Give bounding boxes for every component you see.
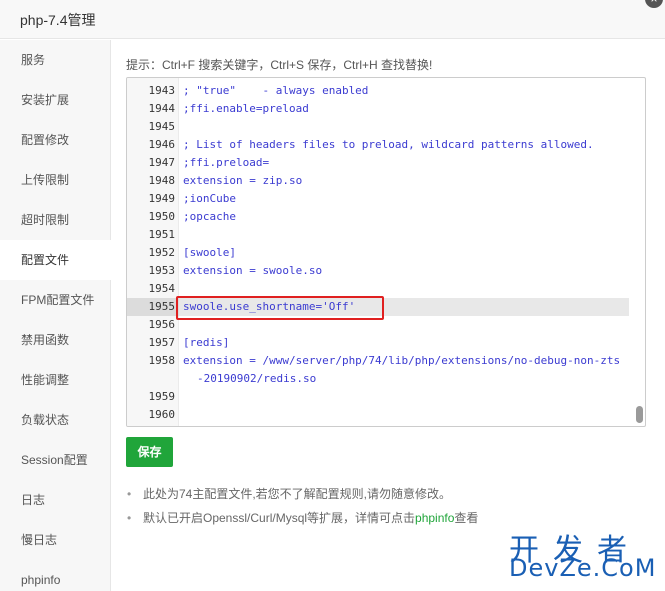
line-text: ; List of headers files to preload, wild… — [183, 138, 594, 151]
line-text: ;ffi.preload= — [183, 156, 270, 169]
line-text: [redis] — [183, 336, 230, 349]
line-number: 1959 — [148, 390, 176, 403]
line-text: ;opcache — [183, 210, 236, 223]
sidebar-item[interactable]: 慢日志 — [0, 520, 110, 560]
phpinfo-link[interactable]: phpinfo — [415, 511, 454, 525]
note-item: • 默认已开启Openssl/Curl/Mysql等扩展，详情可点击phpinfo… — [126, 511, 478, 535]
line-number: 1960 — [148, 408, 176, 421]
code-line[interactable]: 1947 ;ffi.preload= — [127, 154, 629, 172]
code-line[interactable]: 1946 ; List of headers files to preload, … — [127, 136, 629, 154]
line-text: extension = swoole.so — [183, 264, 323, 277]
code-line[interactable]: 1959 — [127, 388, 629, 406]
code-line[interactable]: 1945 — [127, 118, 629, 136]
sidebar-item[interactable]: 负载状态 — [0, 400, 110, 440]
note-text: 默认已开启Openssl/Curl/Mysql等扩展，详情可点击 — [143, 511, 416, 525]
line-text: extension = /www/server/php/74/lib/php/e… — [183, 354, 621, 367]
line-number: 1953 — [148, 264, 176, 277]
sidebar-item[interactable]: Session配置 — [0, 440, 110, 480]
close-icon[interactable]: × — [645, 0, 663, 8]
code-line[interactable]: 1944 ;ffi.enable=preload — [127, 100, 629, 118]
line-number: 1945 — [148, 120, 176, 133]
sidebar-item[interactable]: 安装扩展 — [0, 80, 110, 120]
line-text: [swoole] — [183, 246, 236, 259]
line-number: 1944 — [148, 102, 176, 115]
sidebar-item[interactable]: 上传限制 — [0, 160, 110, 200]
line-number: 1948 — [148, 174, 176, 187]
line-number: 1949 — [148, 192, 176, 205]
php-manager-dialog: php-7.4管理 × 服务安装扩展配置修改上传限制超时限制配置文件FPM配置文… — [0, 0, 665, 591]
sidebar: 服务 安装扩展 配置修改 上传限制 超时限制 配置文件 FPM配置文件 禁用函数 性能调整 负载状… — [0, 40, 111, 591]
line-number: 1955 — [127, 298, 179, 316]
line-number: 1950 — [148, 210, 176, 223]
code-line[interactable]: 1960 — [127, 406, 629, 424]
sidebar-item[interactable]: 性能调整 — [0, 360, 110, 400]
line-text: extension = zip.so — [183, 174, 303, 187]
save-button[interactable]: 保存 — [126, 437, 173, 467]
sidebar-item[interactable]: 超时限制 — [0, 200, 110, 240]
sidebar-item[interactable]: 配置修改 — [0, 120, 110, 160]
sidebar-item[interactable]: 日志 — [0, 480, 110, 520]
line-number: 1946 — [148, 138, 176, 151]
main-panel: 提示：Ctrl+F 搜索关键字，Ctrl+S 保存，Ctrl+H 查找替换! 1… — [111, 40, 665, 591]
line-text: ; "true" - always enabled — [183, 84, 369, 97]
dialog-titlebar: php-7.4管理 × — [0, 0, 665, 39]
note-suffix: 查看 — [454, 511, 479, 525]
code-area[interactable]: 1942; "false" - always disabled1943; "tr… — [127, 78, 645, 426]
sidebar-item[interactable]: 服务 — [0, 40, 110, 80]
line-number: 1947 — [148, 156, 176, 169]
line-text: -20190902/redis.so — [197, 372, 317, 385]
editor-scrollbar[interactable] — [636, 406, 643, 423]
line-text: ;ionCube — [183, 192, 236, 205]
sidebar-item[interactable]: 配置文件 — [0, 240, 111, 280]
config-editor[interactable]: 1942; "false" - always disabled1943; "tr… — [126, 77, 646, 427]
line-number: 1951 — [148, 228, 176, 241]
code-line[interactable]: 1950 ;opcache — [127, 208, 629, 226]
code-line[interactable]: 1951 — [127, 226, 629, 244]
line-number: 1954 — [148, 282, 176, 295]
line-number: 1956 — [148, 318, 176, 331]
code-line[interactable]: 1943 ; "true" - always enabled — [127, 82, 629, 100]
code-line[interactable]: 1952 [swoole] — [127, 244, 629, 262]
sidebar-item[interactable]: phpinfo — [0, 560, 110, 591]
sidebar-item[interactable]: 禁用函数 — [0, 320, 110, 360]
line-number: 1943 — [148, 84, 176, 97]
line-number: 1958 — [148, 354, 176, 367]
watermark-bottom-text: DevZe.CoM — [509, 554, 657, 582]
code-line[interactable]: 1953 extension = swoole.so — [127, 262, 629, 280]
code-line[interactable]: 1958 extension = /www/server/php/74/lib/p… — [127, 352, 629, 370]
notes-list: • 此处为74主配置文件,若您不了解配置规则,请勿随意修改。 • 默认已开启Opens… — [126, 487, 478, 535]
shortcut-hint: 提示：Ctrl+F 搜索关键字，Ctrl+S 保存，Ctrl+H 查找替换! — [126, 58, 433, 72]
bullet-icon: • — [127, 511, 132, 525]
bullet-icon: • — [127, 487, 132, 501]
watermark-logo: 开发者 DevZe.CoM — [509, 525, 659, 585]
line-text: ;ffi.enable=preload — [183, 102, 309, 115]
code-line[interactable]: 1949 ;ionCube — [127, 190, 629, 208]
line-number: 1952 — [148, 246, 176, 259]
code-line[interactable]: -20190902/redis.so — [127, 370, 629, 388]
sidebar-item[interactable]: FPM配置文件 — [0, 280, 110, 320]
dialog-title: php-7.4管理 — [20, 12, 96, 28]
code-line[interactable]: 1957 [redis] — [127, 334, 629, 352]
note-item: • 此处为74主配置文件,若您不了解配置规则,请勿随意修改。 — [126, 487, 478, 511]
note-text: 此处为74主配置文件,若您不了解配置规则,请勿随意修改。 — [143, 487, 452, 501]
line-number: 1957 — [148, 336, 176, 349]
code-line[interactable]: 1948 extension = zip.so — [127, 172, 629, 190]
highlight-annotation-box — [176, 296, 384, 320]
